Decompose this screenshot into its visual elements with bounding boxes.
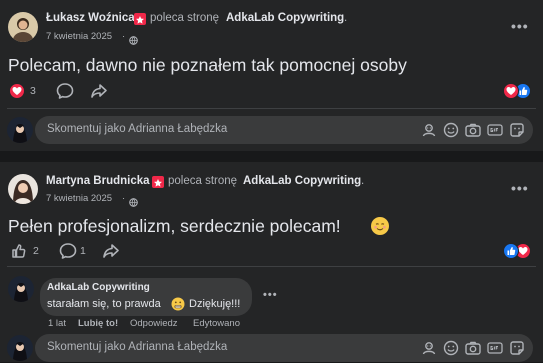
action-text: poleca stronę — [168, 175, 238, 187]
reply-reply-link[interactable]: Odpowiedz — [130, 318, 178, 329]
punctuation: . — [344, 12, 348, 24]
recommend-star-icon — [134, 13, 146, 25]
more-options-button[interactable]: ••• — [511, 180, 529, 196]
emoji-icon[interactable] — [441, 338, 461, 358]
camera-icon[interactable] — [463, 120, 483, 140]
reply-text-start: starałam się, to prawda — [47, 298, 161, 310]
emoji-icon[interactable] — [441, 120, 461, 140]
current-user-avatar[interactable] — [7, 117, 33, 143]
comment-icon[interactable] — [58, 241, 78, 261]
comment-icon[interactable] — [55, 81, 75, 101]
reply-edited-label: Edytowano — [193, 318, 241, 329]
avatar-icon[interactable] — [419, 338, 439, 358]
reply-author[interactable]: AdkaLab Copywriting — [47, 282, 150, 293]
reply-more-button[interactable]: ••• — [263, 289, 278, 301]
globe-icon — [129, 194, 138, 207]
divider — [7, 108, 536, 109]
reaction-count[interactable]: 2 — [33, 245, 39, 257]
camera-icon[interactable] — [463, 338, 483, 358]
smiling-emoji-icon — [371, 217, 389, 235]
post-card: Martyna Brudnicka poleca stronę AdkaLab … — [0, 162, 543, 362]
sticker-icon[interactable] — [507, 338, 527, 358]
avatar-icon[interactable] — [419, 120, 439, 140]
reply-text-end: Dziękuję!!! — [189, 298, 241, 310]
share-icon[interactable] — [89, 81, 109, 101]
current-user-avatar[interactable] — [7, 335, 33, 361]
globe-icon — [129, 32, 138, 45]
more-options-button[interactable]: ••• — [511, 18, 529, 34]
comment-input[interactable]: Skomentuj jako Adrianna Łabędzka — [35, 116, 533, 144]
post-date[interactable]: 7 kwietnia 2025 — [46, 193, 112, 204]
share-icon[interactable] — [101, 241, 121, 261]
like-icon — [503, 243, 519, 259]
post-card: Łukasz Woźnica poleca stronę AdkaLab Cop… — [0, 0, 543, 151]
comment-count[interactable]: 1 — [80, 245, 86, 257]
recommend-star-icon — [152, 176, 164, 188]
reply-bubble: AdkaLab Copywriting starałam się, to pra… — [40, 278, 252, 316]
page-link[interactable]: AdkaLab Copywriting — [226, 12, 344, 24]
author-avatar[interactable] — [8, 174, 38, 204]
gif-icon[interactable] — [485, 338, 505, 358]
action-text: poleca stronę — [150, 12, 220, 24]
love-icon — [9, 83, 25, 99]
post-text: Pełen profesjonalizm, serdecznie polecam… — [8, 216, 341, 236]
author-avatar[interactable] — [8, 12, 38, 42]
meta-separator: · — [122, 31, 126, 42]
like-icon[interactable] — [9, 241, 29, 261]
page-avatar[interactable] — [8, 276, 34, 302]
love-icon — [503, 83, 519, 99]
post-date[interactable]: 7 kwietnia 2025 — [46, 31, 112, 42]
author-name[interactable]: Martyna Brudnicka — [46, 175, 150, 187]
meta-separator: · — [122, 193, 126, 204]
comment-placeholder: Skomentuj jako Adrianna Łabędzka — [47, 341, 228, 353]
comment-placeholder: Skomentuj jako Adrianna Łabędzka — [47, 123, 228, 135]
comment-input[interactable]: Skomentuj jako Adrianna Łabędzka — [35, 334, 533, 362]
page-link[interactable]: AdkaLab Copywriting — [243, 175, 361, 187]
sticker-icon[interactable] — [507, 120, 527, 140]
punctuation: . — [361, 175, 365, 187]
divider — [7, 266, 536, 267]
post-text: Polecam, dawno nie poznałem tak pomocnej… — [8, 55, 407, 75]
reaction-count[interactable]: 3 — [30, 85, 36, 97]
gif-icon[interactable] — [485, 120, 505, 140]
author-name[interactable]: Łukasz Woźnica — [46, 12, 135, 24]
reply-time[interactable]: 1 lat — [48, 318, 66, 329]
reply-like-link[interactable]: Lubię to! — [78, 318, 118, 329]
grimacing-emoji-icon — [171, 297, 185, 311]
